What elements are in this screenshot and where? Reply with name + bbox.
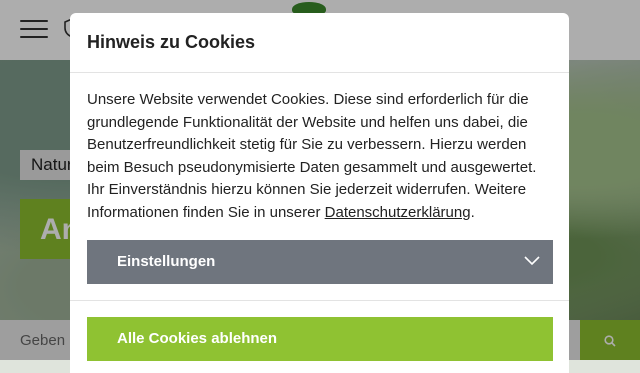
chevron-down-icon: [524, 256, 540, 266]
modal-divider: [70, 72, 569, 73]
reject-button-label: Alle Cookies ablehnen: [117, 330, 278, 347]
cookie-notice-end: .: [470, 203, 475, 221]
modal-title: Hinweis zu Cookies: [87, 32, 256, 52]
cookie-consent-modal: Hinweis zu Cookies Unsere Website verwen…: [70, 13, 569, 373]
modal-divider: [70, 300, 569, 301]
cookie-notice-body: Unsere Website verwendet Cookies. Diese …: [87, 91, 537, 221]
reject-all-cookies-button[interactable]: Alle Cookies ablehnen: [87, 317, 553, 361]
cookie-settings-toggle[interactable]: Einstellungen: [87, 240, 553, 284]
settings-label: Einstellungen: [117, 253, 216, 270]
cookie-notice-text: Unsere Website verwendet Cookies. Diese …: [87, 89, 557, 225]
privacy-policy-link[interactable]: Datenschutzerklärung: [325, 204, 471, 221]
